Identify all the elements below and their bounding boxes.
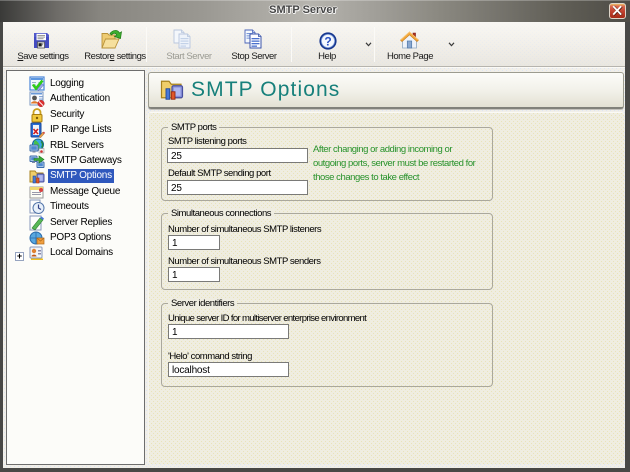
svg-text:?: ? [324,34,331,48]
